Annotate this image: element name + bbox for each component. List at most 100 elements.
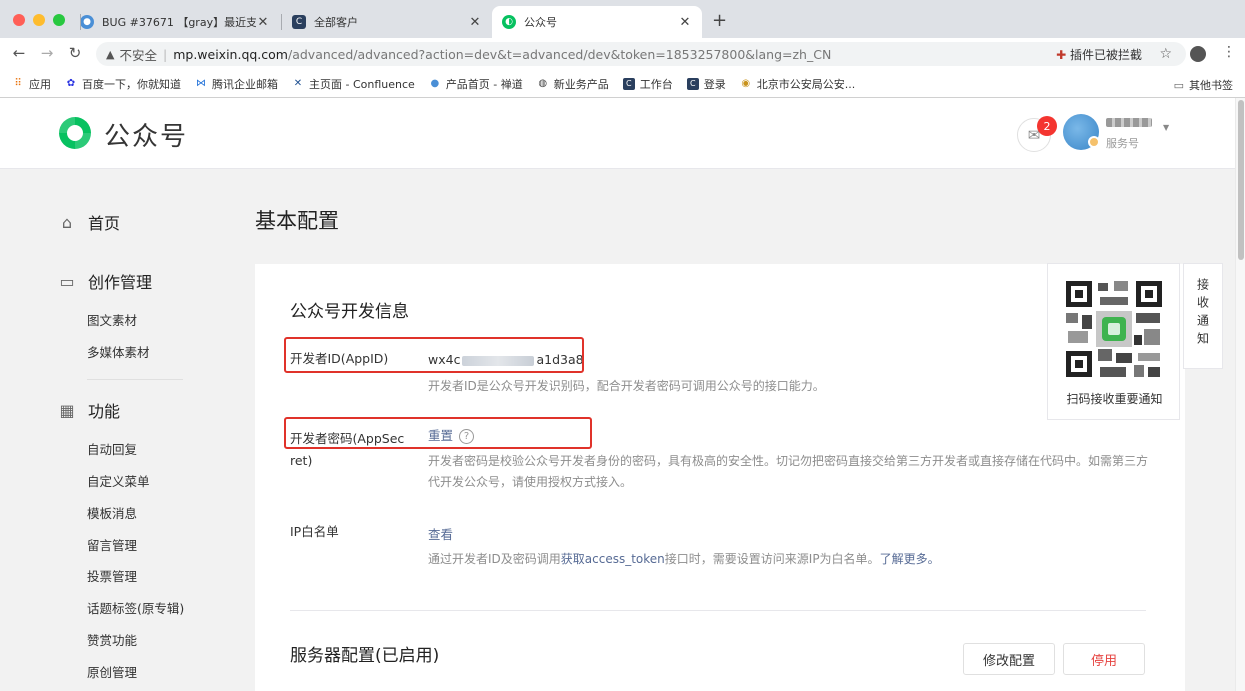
disable-button[interactable]: 停用 (1063, 643, 1145, 675)
section-divider (290, 610, 1146, 611)
kebab-menu-icon[interactable]: ⋮ (1222, 44, 1236, 60)
sidebar-section-features[interactable]: ▦ 功能 (58, 398, 120, 422)
server-config-title: 服务器配置(已启用) (290, 646, 440, 666)
globe-icon: ◍ (538, 78, 548, 89)
bookmark-label: 主页面 - Confluence (309, 77, 415, 91)
profile-icon[interactable] (1190, 46, 1206, 62)
bookmark-label: 应用 (29, 77, 51, 91)
bookmark-star-icon[interactable]: ☆ (1159, 46, 1172, 62)
bookmark-tencent-mail[interactable]: ⋈ 腾讯企业邮箱 (195, 76, 278, 92)
window-zoom-button[interactable] (53, 14, 65, 26)
bookmark-label: 工作台 (639, 77, 673, 91)
receive-notify-label: 接收通知 (1195, 278, 1210, 350)
extension-blocked-indicator[interactable]: ✚ 插件已被拦截 (1056, 46, 1142, 63)
logo-text[interactable]: 公众号 (104, 116, 188, 153)
home-icon: ⌂ (61, 212, 73, 232)
account-type: 服务号 (1106, 137, 1139, 150)
window-close-button[interactable] (13, 14, 25, 26)
bookmark-login[interactable]: C 登录 (686, 76, 726, 92)
appid-highlight-box (284, 337, 584, 373)
police-badge-icon: ◉ (741, 78, 751, 89)
url-host: mp.weixin.qq.com (173, 46, 288, 62)
bookmark-new-business[interactable]: ◍ 新业务产品 (537, 76, 608, 92)
other-bookmarks-label: 其他书签 (1189, 79, 1233, 92)
browser-tab-official-account[interactable]: ◐ 公众号 ✕ (492, 6, 702, 38)
sidebar-item-comments[interactable]: 留言管理 (87, 535, 137, 554)
appsecret-label-line2: ret) (290, 453, 313, 468)
insecure-label[interactable]: 不安全 (119, 45, 157, 64)
sidebar-item-template-msg[interactable]: 模板消息 (87, 503, 137, 522)
sidebar-item-label: 首页 (88, 214, 121, 233)
tab-title: 全部客户 (314, 16, 358, 29)
close-icon[interactable]: ✕ (678, 15, 692, 30)
sidebar-item-original[interactable]: 原创管理 (87, 662, 137, 681)
appsecret-highlight-box (284, 417, 592, 449)
config-card: 公众号开发信息 开发者ID(AppID) wx4c a1d3a8 开发者ID是公众… (255, 264, 1185, 691)
tencent-mail-icon: ⋈ (196, 78, 206, 89)
tab-title: BUG #37671 【gray】最近支付 (102, 16, 256, 29)
sidebar-item-voting[interactable]: 投票管理 (87, 566, 137, 585)
ip-desc-mid: 接口时，需要设置访问来源IP为白名单。 (664, 552, 880, 566)
address-bar[interactable]: ▲ 不安全 | mp.weixin.qq.com /advanced/advan… (96, 42, 1186, 66)
inbox-icon: ▭ (59, 271, 75, 291)
bookmark-workbench[interactable]: C 工作台 (622, 76, 673, 92)
globe-icon: ● (80, 15, 94, 29)
other-bookmarks[interactable]: ▭ 其他书签 (1174, 77, 1233, 93)
window-minimize-button[interactable] (33, 14, 45, 26)
forward-arrow-icon[interactable]: → (38, 44, 56, 62)
sidebar-section-creation[interactable]: ▭ 创作管理 (58, 269, 152, 293)
sidebar-item-custom-menu[interactable]: 自定义菜单 (87, 471, 150, 490)
receive-notify-tab[interactable]: 接收通知 (1183, 263, 1223, 369)
sidebar-item-reward[interactable]: 赞赏功能 (87, 630, 137, 649)
bookmark-label: 百度一下，你就知道 (82, 77, 181, 91)
bookmark-label: 登录 (703, 77, 726, 91)
browser-tab-bug[interactable]: ● BUG #37671 【gray】最近支付 ✕ (70, 6, 280, 38)
bookmarks-bar: ⠿ 应用 ✿ 百度一下，你就知道 ⋈ 腾讯企业邮箱 ✕ 主页面 - Conflu… (0, 70, 1245, 98)
qr-caption: 扫码接收重要通知 (1066, 392, 1163, 406)
workbench-icon: C (622, 77, 635, 90)
scrollbar-thumb[interactable] (1238, 100, 1244, 260)
close-icon[interactable]: ✕ (468, 15, 482, 30)
bookmark-zentao[interactable]: ● 产品首页 - 禅道 (429, 76, 522, 92)
browser-tab-customers[interactable]: C 全部客户 ✕ (281, 6, 492, 38)
ip-desc-pre: 通过开发者ID及密码调用 (428, 552, 561, 566)
confluence-icon: ✕ (293, 78, 303, 89)
learn-more-link[interactable]: 了解更多。 (880, 552, 940, 566)
mail-count-badge: 2 (1037, 116, 1057, 136)
sidebar-item-articles[interactable]: 图文素材 (87, 310, 137, 329)
page-scrollbar[interactable] (1235, 98, 1245, 691)
ip-whitelist-view-link[interactable]: 查看 (428, 524, 453, 543)
apps-grid-icon: ⠿ (14, 78, 22, 89)
extension-blocked-label: 插件已被拦截 (1069, 47, 1142, 62)
bookmark-beijing-police[interactable]: ◉ 北京市公安局公安... (740, 76, 855, 92)
new-tab-button[interactable]: + (712, 10, 727, 31)
bookmark-confluence[interactable]: ✕ 主页面 - Confluence (292, 76, 415, 92)
page-header: 公众号 ✉ 2 服务号 ▼ (0, 98, 1235, 169)
workbench-icon: C (292, 15, 306, 29)
qr-code-icon[interactable] (1064, 279, 1164, 379)
wechat-mp-logo-icon[interactable] (56, 114, 94, 152)
page-title: 基本配置 (255, 209, 339, 233)
dev-info-title: 公众号开发信息 (290, 302, 409, 322)
access-token-link[interactable]: 获取access_token (561, 552, 665, 566)
ip-whitelist-label: IP白名单 (290, 524, 339, 539)
grid-icon: ▦ (59, 400, 75, 420)
sidebar-item-topic-tags[interactable]: 话题标签(原专辑) (87, 598, 184, 617)
modify-config-button[interactable]: 修改配置 (963, 643, 1055, 675)
avatar-status-dot (1088, 136, 1100, 148)
appsecret-description: 开发者密码是校验公众号开发者身份的密码，具有极高的安全性。切记勿把密码直接交给第… (428, 454, 1149, 489)
url-path: /advanced/advanced?action=dev&t=advanced… (287, 46, 832, 62)
bookmark-baidu[interactable]: ✿ 百度一下，你就知道 (65, 76, 181, 92)
sidebar-item-media[interactable]: 多媒体素材 (87, 342, 150, 361)
warning-triangle-icon[interactable]: ▲ (106, 48, 114, 61)
bookmark-apps[interactable]: ⠿ 应用 (12, 76, 51, 92)
browser-tab-bar: ● BUG #37671 【gray】最近支付 ✕ C 全部客户 ✕ ◐ 公众号… (0, 0, 1245, 38)
reload-icon[interactable]: ↻ (66, 44, 84, 62)
sidebar-item-auto-reply[interactable]: 自动回复 (87, 439, 137, 458)
account-name-blurred[interactable] (1106, 118, 1152, 127)
chevron-down-icon[interactable]: ▼ (1163, 123, 1169, 132)
puzzle-icon: ✚ (1056, 47, 1067, 62)
back-arrow-icon[interactable]: ← (10, 44, 28, 62)
close-icon[interactable]: ✕ (256, 15, 270, 30)
sidebar-item-home[interactable]: ⌂ 首页 (58, 210, 120, 234)
